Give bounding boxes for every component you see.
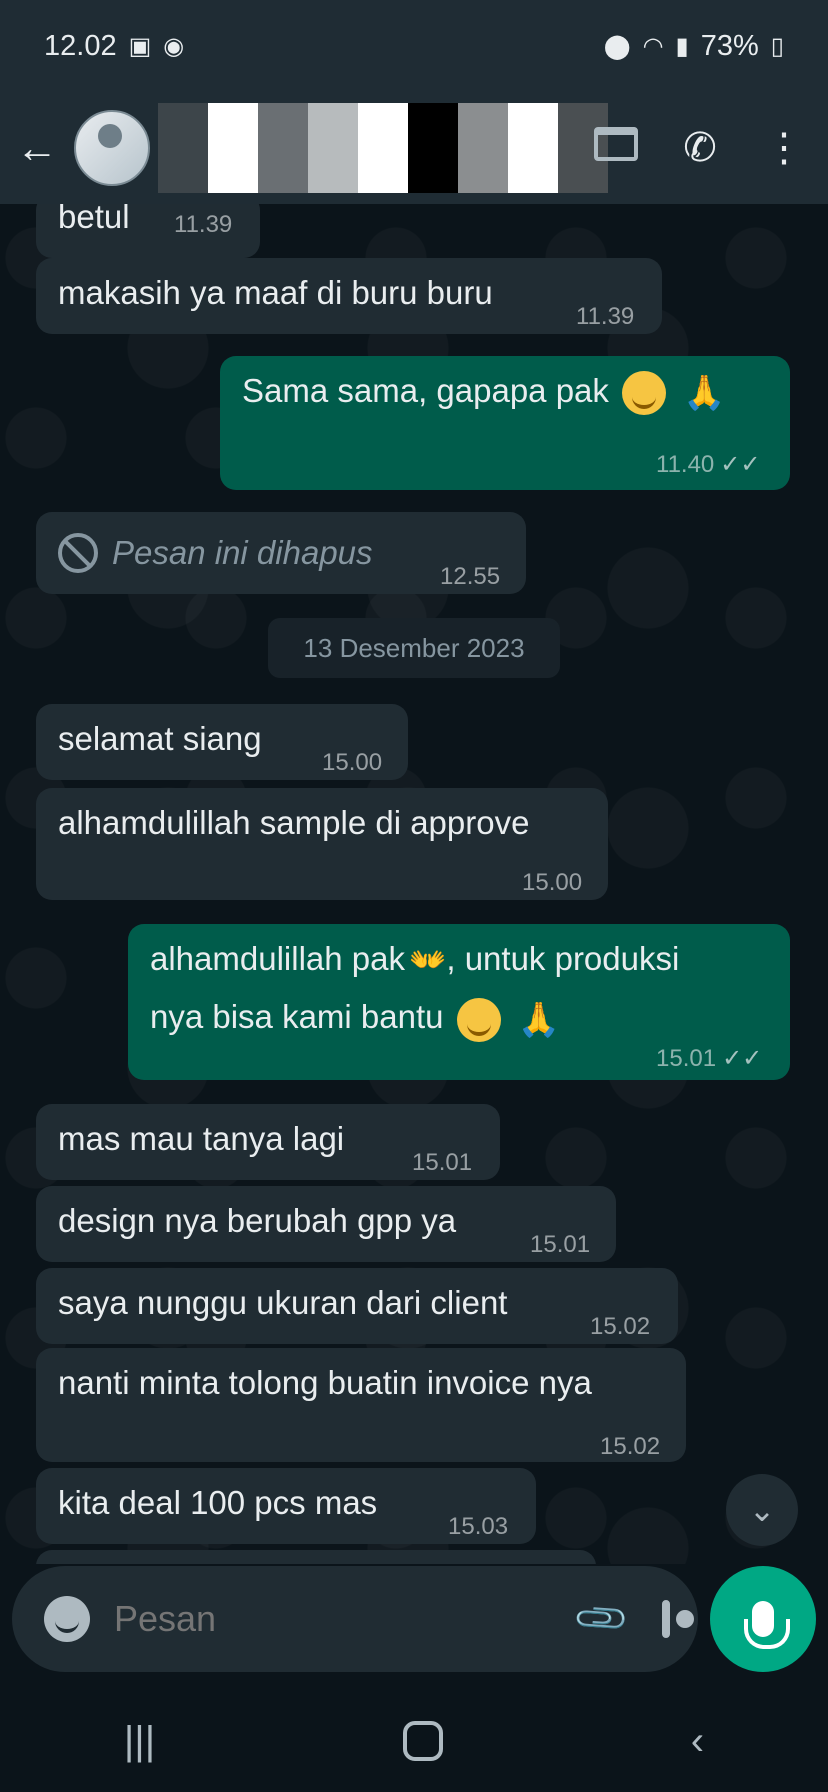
message-bubble[interactable]: selamat siang 15.00	[36, 704, 408, 780]
message-time: 15.00	[522, 869, 583, 896]
message-text: alhamdulillah sample di approve	[58, 804, 530, 841]
message-text: design nya berubah gpp ya	[58, 1202, 457, 1239]
status-time: 12.02	[44, 29, 117, 62]
back-icon[interactable]: ‹	[691, 1719, 704, 1764]
arrow-left-icon[interactable]: ←	[0, 124, 74, 172]
message-bubble[interactable]: saya nunggu ukuran dari client 15.02	[36, 1268, 678, 1344]
message-time: 11.39	[174, 211, 233, 238]
message-time: 15.00	[322, 749, 383, 776]
system-nav-bar: ||| ‹	[0, 1690, 828, 1792]
contact-name-censored[interactable]	[158, 103, 608, 193]
status-right: ⬤ ◠ ▮ 73% ▯	[604, 30, 784, 63]
date-separator: 13 Desember 2023	[268, 618, 560, 678]
more-vert-icon[interactable]: ⋮	[760, 125, 808, 171]
home-icon[interactable]	[402, 1721, 443, 1761]
emoji-icon[interactable]	[44, 1596, 90, 1642]
message-time: 15.01 ✓✓	[656, 1045, 763, 1072]
message-time: 15.01	[530, 1231, 591, 1258]
message-time: 12.55	[440, 563, 501, 590]
praying-hands-icon: 🙏	[517, 1000, 561, 1039]
message-line: alhamdulillah pak 👐, untuk produksi	[150, 938, 768, 982]
message-time: 15.02	[590, 1313, 651, 1340]
message-time: 15.02	[600, 1433, 661, 1460]
message-bubble[interactable]: makasih ya maaf di buru buru 11.39	[36, 258, 662, 334]
message-line: nya bisa kami bantu 🙏	[150, 996, 768, 1042]
message-time: 15.01	[412, 1149, 473, 1176]
voice-record-button[interactable]	[710, 1566, 816, 1672]
raising-hands-icon: 👐	[409, 944, 447, 978]
mic-icon	[744, 1601, 790, 1649]
message-bubble[interactable]: kita deal 100 pcs mas 15.03	[36, 1468, 536, 1544]
message-bubble[interactable]: alhamdulillah pak 👐, untuk produksi nya b…	[128, 924, 790, 1080]
message-bubble[interactable]: Sama sama, gapapa pak 🙏 11.40 ✓✓	[220, 356, 790, 490]
shop-icon[interactable]	[592, 126, 640, 171]
status-bar: 12.02 ▣ ◉ ⬤ ◠ ▮ 73% ▯	[0, 0, 828, 92]
message-bubble[interactable]: design nya berubah gpp ya 15.01	[36, 1186, 616, 1262]
status-left: 12.02 ▣ ◉	[44, 30, 184, 63]
message-bubble[interactable]: mas mau tanya lagi 15.01	[36, 1104, 500, 1180]
signal-icon: ▮	[675, 32, 689, 60]
message-text: Sama sama, gapapa pak	[242, 372, 609, 409]
location-broadcast-icon: ◉	[163, 32, 185, 60]
message-text: betul	[58, 204, 130, 235]
chat-area[interactable]: betul 11.39 makasih ya maaf di buru buru…	[0, 204, 828, 1564]
message-text: selamat siang	[58, 720, 262, 757]
double-check-icon: ✓✓	[720, 451, 761, 478]
smile-emoji-icon	[622, 371, 667, 416]
message-text: kita deal 100 pcs mas	[58, 1484, 378, 1521]
double-chevron-down-icon: ⌄	[748, 1492, 776, 1528]
double-check-icon: ✓✓	[722, 1045, 763, 1072]
recent-apps-icon[interactable]: |||	[124, 1719, 155, 1764]
header-actions: ✆ ⋮	[592, 92, 808, 204]
message-text: mas mau tanya lagi	[58, 1120, 345, 1157]
attach-icon[interactable]: 📎	[571, 1588, 632, 1649]
blocked-icon	[58, 533, 98, 573]
battery-percent: 73%	[700, 29, 759, 62]
image-icon: ▣	[128, 32, 152, 60]
message-bubble[interactable]: alhamdulillah sample di approve 15.00	[36, 788, 608, 900]
scroll-down-button[interactable]: ⌄	[726, 1474, 798, 1546]
message-bubble-partial[interactable]	[36, 1550, 596, 1564]
smile-emoji-icon	[456, 997, 501, 1042]
message-time: 15.03	[448, 1513, 509, 1540]
chat-header: ← ✆ ⋮	[0, 92, 828, 204]
wifi-icon: ◠	[642, 32, 664, 60]
message-text: saya nunggu ukuran dari client	[58, 1284, 508, 1321]
location-icon: ⬤	[603, 32, 631, 60]
deleted-text: Pesan ini dihapus	[112, 534, 373, 571]
add-call-icon[interactable]: ✆	[676, 125, 724, 171]
message-bubble[interactable]: nanti minta tolong buatin invoice nya 15…	[36, 1348, 686, 1462]
message-composer: 📎	[12, 1566, 698, 1672]
battery-icon: ▯	[770, 32, 784, 60]
message-bubble[interactable]: betul 11.39	[36, 204, 260, 258]
message-text: nya bisa kami bantu	[150, 998, 444, 1036]
message-time: 11.40 ✓✓	[656, 451, 761, 478]
contact-avatar[interactable]	[74, 110, 150, 186]
deleted-message[interactable]: Pesan ini dihapus 12.55	[36, 512, 526, 594]
message-text: nanti minta tolong buatin invoice nya	[58, 1364, 592, 1401]
message-time: 11.39	[576, 303, 635, 330]
message-text: makasih ya maaf di buru buru	[58, 274, 493, 311]
message-input[interactable]	[114, 1598, 579, 1640]
message-text: , untuk produksi	[446, 940, 680, 977]
message-text: alhamdulillah pak	[150, 940, 405, 977]
praying-hands-icon: 🙏	[683, 374, 726, 413]
camera-icon[interactable]	[661, 1600, 694, 1638]
